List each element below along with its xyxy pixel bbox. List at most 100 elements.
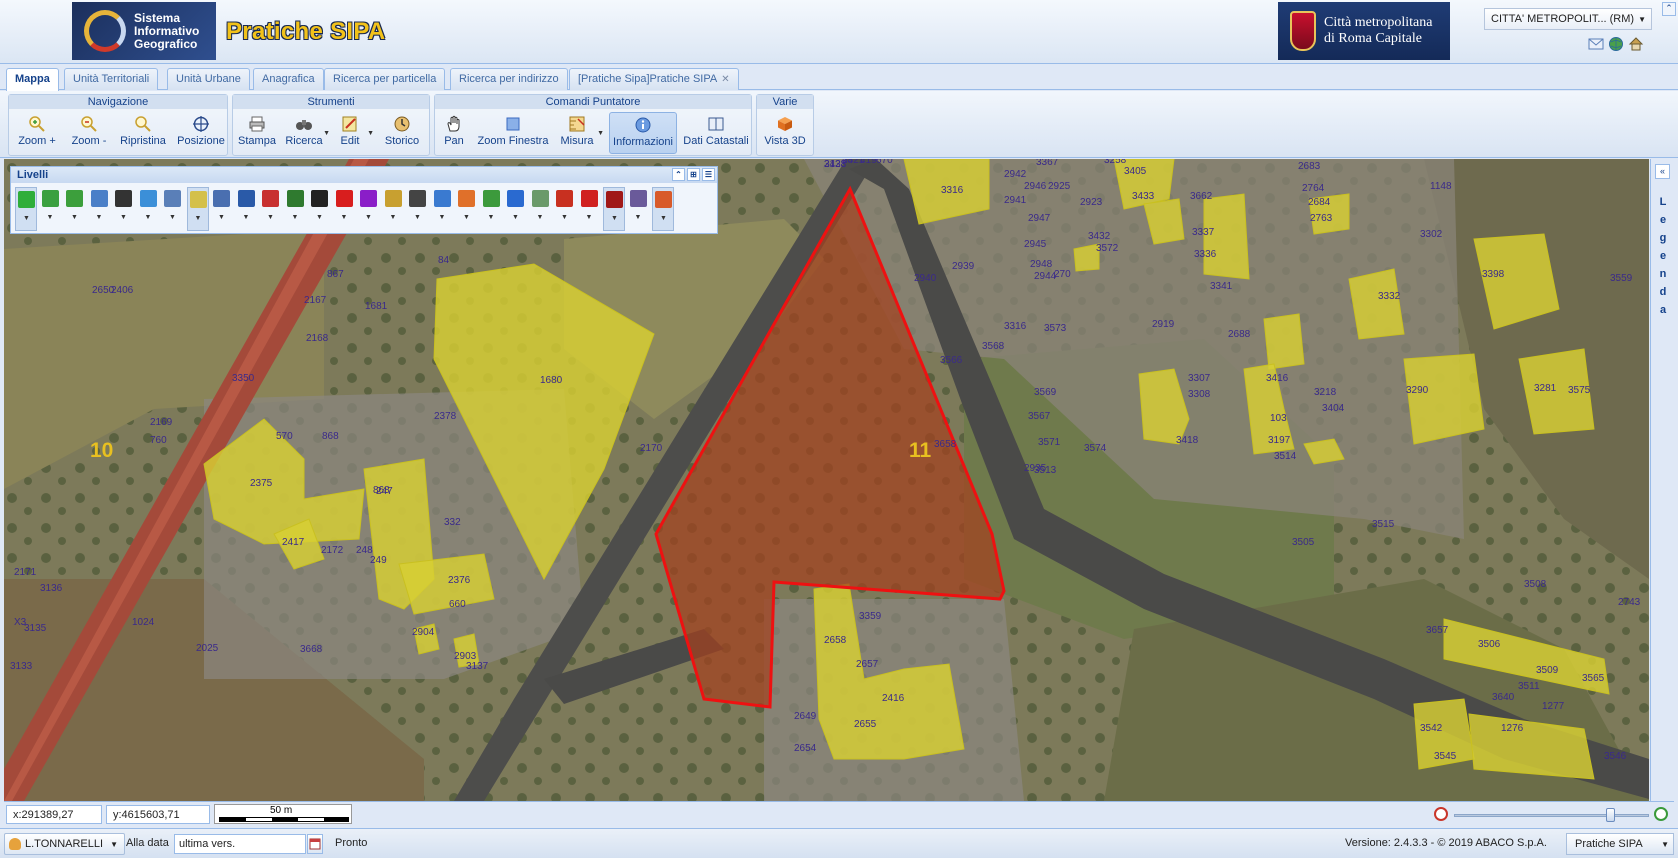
edit-button[interactable]: Edit ▼ — [333, 112, 374, 154]
dropdown-arrow-icon[interactable]: ▼ — [23, 215, 30, 222]
dropdown-arrow-icon[interactable]: ▼ — [597, 130, 604, 137]
entity-select[interactable]: CITTA' METROPOLIT... (RM) ▼ — [1484, 8, 1652, 30]
zoom-finestra-button[interactable]: Zoom Finestra — [475, 112, 551, 154]
dropdown-arrow-icon[interactable]: ▼ — [488, 214, 495, 221]
tools2-layer-toggle[interactable]: ▼ — [652, 187, 674, 231]
ptpr-layer-toggle[interactable]: ▼ — [334, 187, 356, 231]
ricerca-button[interactable]: Ricerca ▼ — [285, 112, 330, 154]
stampa-button[interactable]: Stampa — [237, 112, 277, 154]
globe-icon[interactable] — [1608, 36, 1624, 52]
collapse-icon[interactable]: ⌃ — [672, 168, 685, 181]
dropdown-arrow-icon[interactable]: ▼ — [367, 130, 374, 137]
dropdown-arrow-icon[interactable]: ▼ — [323, 130, 330, 137]
building-layer-toggle[interactable]: ▼ — [260, 187, 282, 231]
dropdown-arrow-icon[interactable]: ▼ — [267, 214, 274, 221]
dropdown-arrow-icon[interactable]: ▼ — [292, 214, 299, 221]
tab-mappa[interactable]: Mappa — [6, 68, 59, 91]
zoom-in-icon[interactable] — [1654, 807, 1668, 821]
road-layer-toggle[interactable]: ▼ — [432, 187, 454, 231]
dropdown-arrow-icon[interactable]: ▼ — [463, 214, 470, 221]
dati-catastali-button[interactable]: Dati Catastali — [683, 112, 749, 154]
mail-icon[interactable] — [1588, 36, 1604, 52]
informazioni-button[interactable]: Informazioni — [609, 112, 677, 154]
posizione-button[interactable]: Posizione — [175, 112, 227, 154]
geology-layer-toggle[interactable]: ▼ — [456, 187, 478, 231]
storico-button[interactable]: Storico — [379, 112, 425, 154]
hazard-layer-toggle[interactable]: ▼ — [579, 187, 601, 231]
tab-pratiche-sipa[interactable]: [Pratiche Sipa]Pratiche SIPA ✕ — [569, 68, 739, 90]
dropdown-arrow-icon[interactable]: ▼ — [586, 214, 593, 221]
tab-ricerca-indirizzo[interactable]: Ricerca per indirizzo — [450, 68, 568, 90]
legend-panel[interactable]: « Legenda — [1650, 159, 1674, 801]
tab-unita-urbane[interactable]: Unità Urbane — [167, 68, 250, 90]
dropdown-arrow-icon[interactable]: ▼ — [96, 214, 103, 221]
ripristina-button[interactable]: Ripristina — [115, 112, 171, 154]
expand-legend-icon[interactable]: « — [1655, 164, 1670, 179]
dropdown-arrow-icon[interactable]: ▼ — [120, 214, 127, 221]
vincoli-layer-toggle[interactable]: ▼ — [603, 187, 625, 231]
crest-layer-toggle[interactable]: ▼ — [628, 187, 650, 231]
dropdown-arrow-icon[interactable]: ▼ — [47, 214, 54, 221]
dropdown-arrow-icon[interactable]: ▼ — [341, 214, 348, 221]
misura-button[interactable]: Misura ▼ — [557, 112, 604, 154]
list-icon[interactable]: ☰ — [702, 168, 715, 181]
wms-layer-toggle[interactable]: ▼ — [15, 187, 37, 231]
map-layer-toggle[interactable]: ▼ — [138, 187, 160, 231]
dropdown-arrow-icon[interactable]: ▼ — [365, 214, 372, 221]
zoom-in-button[interactable]: Zoom + — [15, 112, 59, 154]
recycle-layer-toggle[interactable]: ▼ — [481, 187, 503, 231]
dropdown-arrow-icon[interactable]: ▼ — [635, 214, 642, 221]
osm-layer-toggle[interactable]: ▼ — [64, 187, 86, 231]
home-icon[interactable] — [1628, 36, 1644, 52]
dropdown-arrow-icon[interactable]: ▼ — [218, 214, 225, 221]
dropdown-arrow-icon[interactable]: ▼ — [512, 214, 519, 221]
app-select[interactable]: Pratiche SIPA ▼ — [1566, 833, 1674, 855]
camera-layer-toggle[interactable]: ▼ — [113, 187, 135, 231]
zoom-out-button[interactable]: Zoom - — [67, 112, 111, 154]
dropdown-arrow-icon[interactable]: ▼ — [243, 214, 250, 221]
zoom-slider-thumb[interactable] — [1606, 808, 1615, 822]
dropdown-arrow-icon[interactable]: ▼ — [145, 214, 152, 221]
tab-anagrafica[interactable]: Anagrafica — [253, 68, 324, 90]
dropdown-arrow-icon[interactable]: ▼ — [611, 215, 618, 222]
prg-layer-toggle[interactable]: ▼ — [407, 187, 429, 231]
dropdown-arrow-icon[interactable]: ▼ — [195, 215, 202, 222]
dropdown-arrow-icon[interactable]: ▼ — [71, 214, 78, 221]
map-canvas[interactable]: 10 11 2423 2421 419 670 3367 3258 2683 3316 2942… — [4, 159, 1649, 801]
water-layer-toggle[interactable]: ▼ — [505, 187, 527, 231]
user-menu-button[interactable]: L.TONNARELLI ▼ — [4, 833, 126, 855]
dropdown-arrow-icon[interactable]: ▼ — [316, 214, 323, 221]
warning-layer-toggle[interactable]: ▼ — [309, 187, 331, 231]
tab-unita-territoriali[interactable]: Unità Territoriali — [64, 68, 159, 90]
car-layer-toggle[interactable]: ▼ — [89, 187, 111, 231]
parcel-label: 3506 — [1478, 639, 1501, 650]
pan-button[interactable]: Pan — [439, 112, 469, 154]
vista-3d-button[interactable]: Vista 3D — [761, 112, 809, 154]
date-input[interactable] — [174, 834, 306, 854]
dropdown-arrow-icon[interactable]: ▼ — [169, 214, 176, 221]
zoom-slider-track[interactable] — [1454, 814, 1649, 817]
collapse-header-button[interactable]: ⌃ — [1662, 2, 1676, 16]
layer-manager-icon[interactable]: ⊞ — [687, 168, 700, 181]
bus-layer-toggle[interactable]: ▼ — [162, 187, 184, 231]
tools-layer-toggle[interactable]: ▼ — [236, 187, 258, 231]
target-layer-toggle[interactable]: ▼ — [554, 187, 576, 231]
close-icon[interactable]: ✕ — [721, 74, 729, 85]
dropdown-arrow-icon[interactable]: ▼ — [414, 214, 421, 221]
zoom-out-icon[interactable] — [1434, 807, 1448, 821]
ptpg-layer-toggle[interactable]: ▼ — [358, 187, 380, 231]
dropdown-arrow-icon[interactable]: ▼ — [561, 214, 568, 221]
tab-ricerca-particella[interactable]: Ricerca per particella — [324, 68, 446, 90]
dropdown-arrow-icon[interactable]: ▼ — [660, 215, 667, 222]
grid-layer-toggle[interactable]: ▼ — [383, 187, 405, 231]
dropdown-arrow-icon[interactable]: ▼ — [390, 214, 397, 221]
person-layer-toggle[interactable]: ▼ — [530, 187, 552, 231]
ortofoto-layer-toggle[interactable]: ▼ — [40, 187, 62, 231]
vehicle-layer-toggle[interactable]: ▼ — [211, 187, 233, 231]
dropdown-arrow-icon[interactable]: ▼ — [537, 214, 544, 221]
calendar-icon[interactable] — [307, 834, 323, 854]
dropdown-arrow-icon[interactable]: ▼ — [439, 214, 446, 221]
zoom-slider[interactable] — [1434, 804, 1668, 826]
tree-layer-toggle[interactable]: ▼ — [285, 187, 307, 231]
catasto-layer-toggle[interactable]: ▼ — [186, 187, 209, 231]
